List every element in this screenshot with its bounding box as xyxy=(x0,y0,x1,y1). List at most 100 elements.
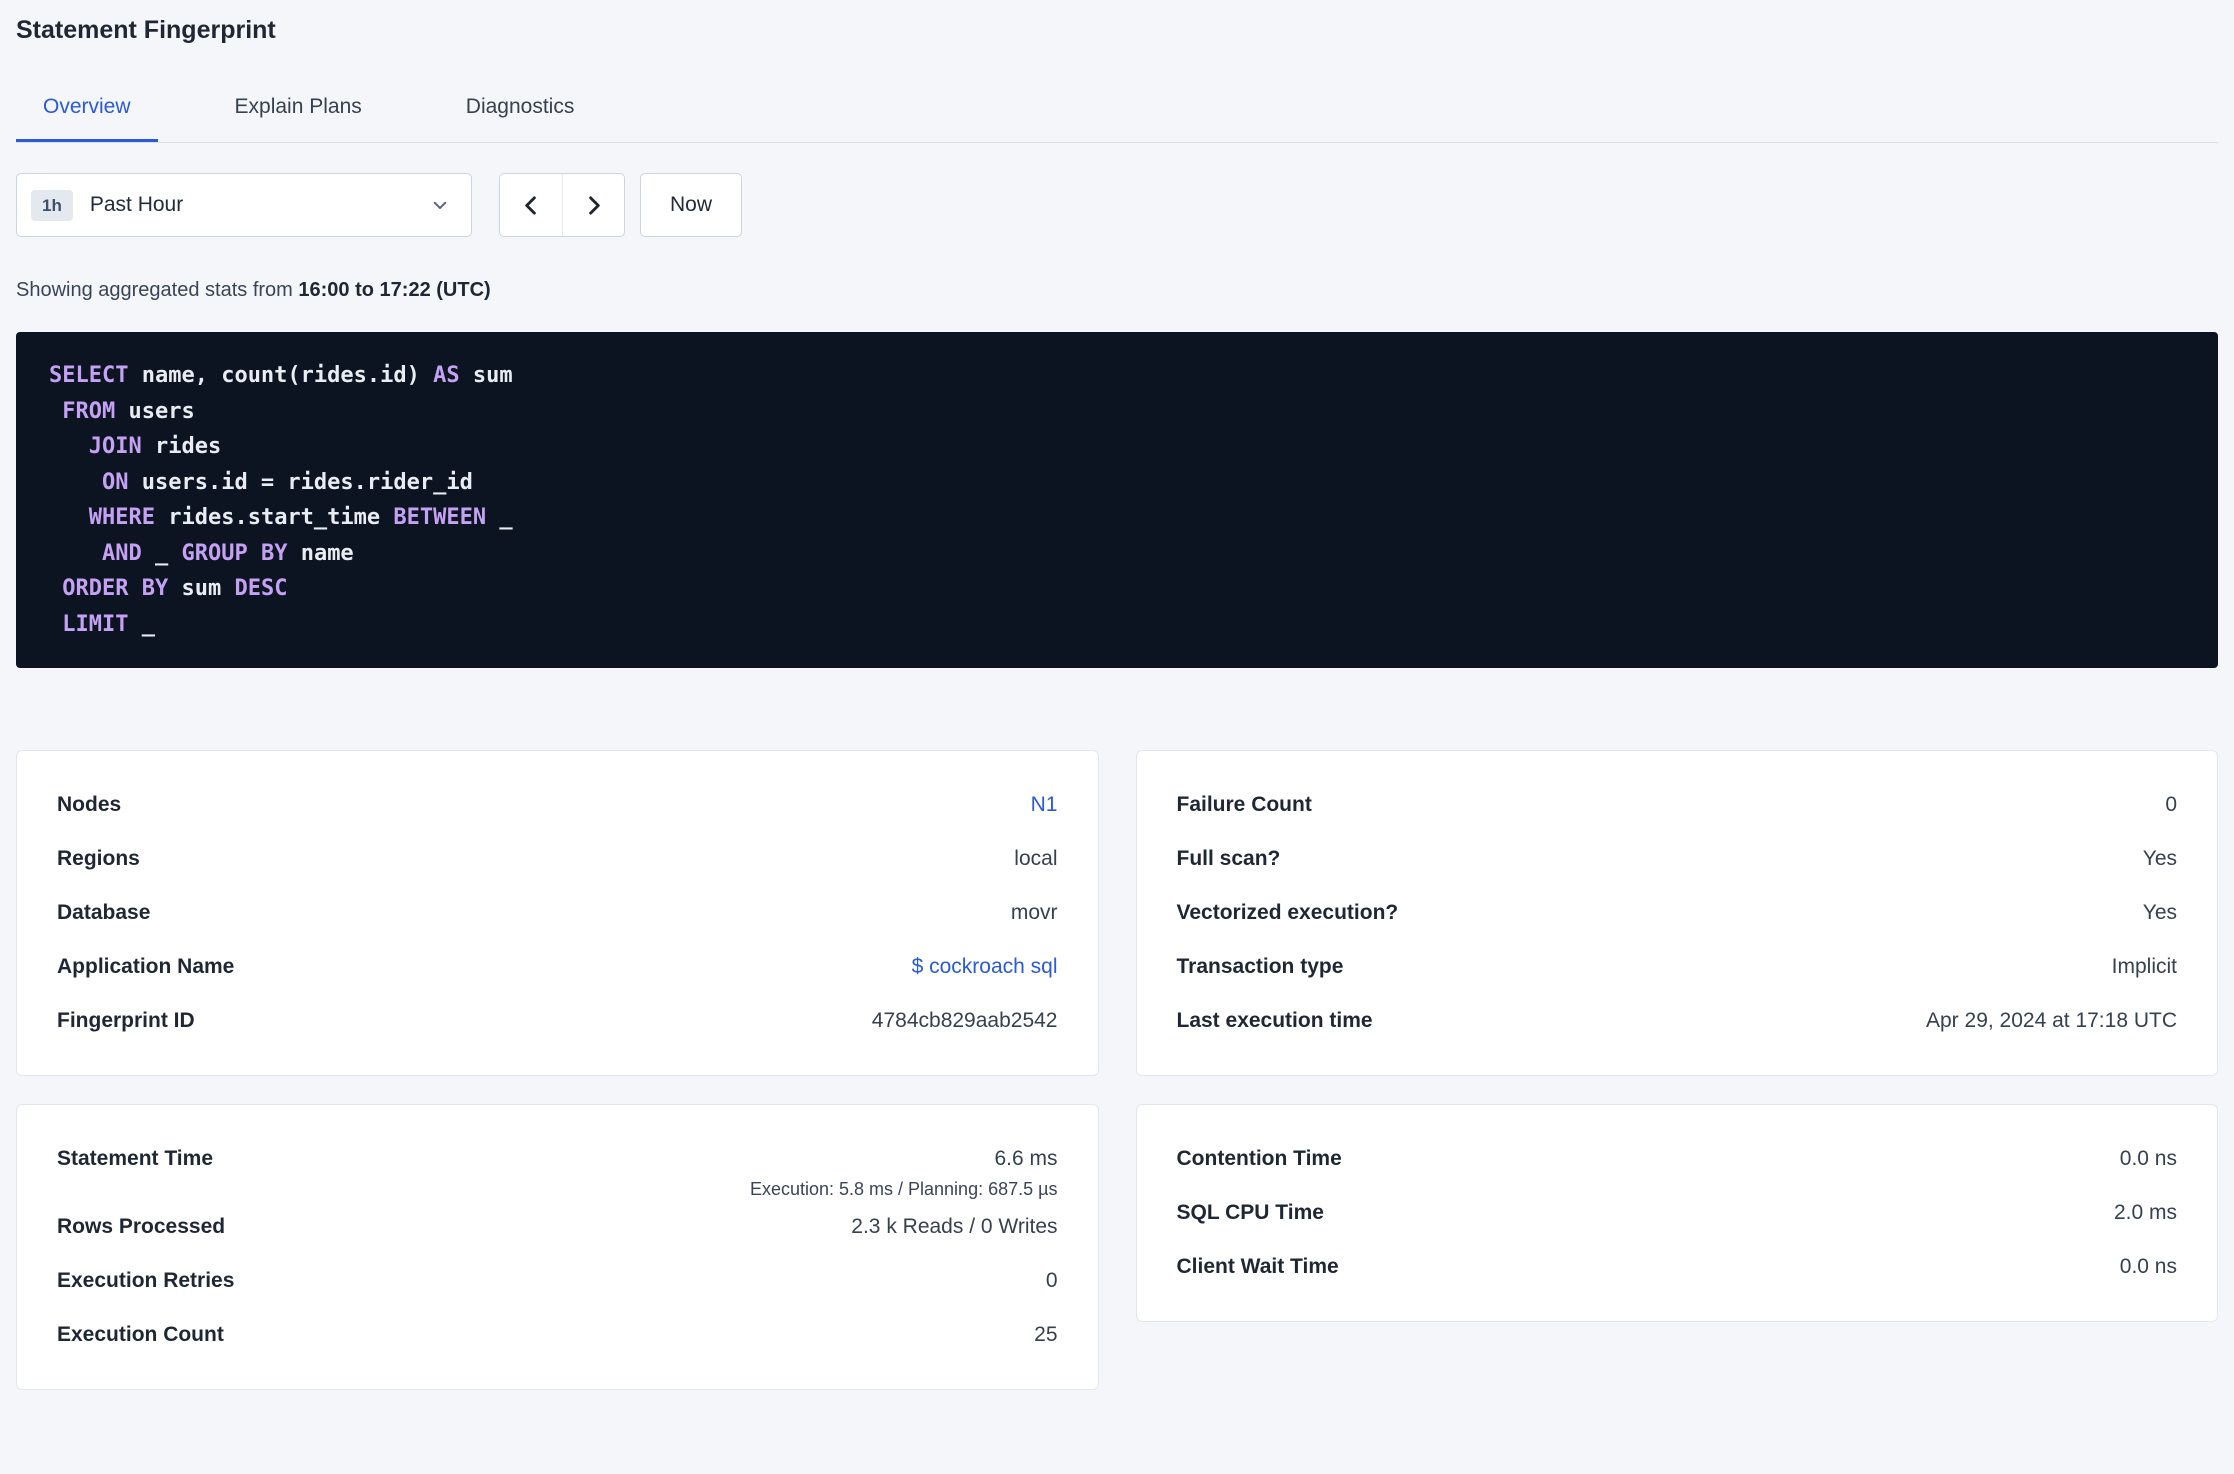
stats-summary-prefix: Showing aggregated stats from xyxy=(16,279,293,301)
stat-row: SQL CPU Time 2.0 ms xyxy=(1177,1186,2178,1240)
stat-row: Execution Retries 0 xyxy=(57,1254,1058,1308)
stat-value: local xyxy=(1014,847,1058,870)
stat-value: 0.0 ns xyxy=(2119,1147,2177,1170)
chevron-right-icon xyxy=(582,194,605,217)
stat-value: 25 xyxy=(1034,1323,1058,1346)
sql-line: AND _ GROUP BY name xyxy=(101,540,354,566)
stat-value-group: local xyxy=(1014,846,1057,872)
stat-value-group: movr xyxy=(1011,900,1058,926)
stat-row: Execution Count 25 xyxy=(57,1308,1058,1362)
stat-value: 6.6 ms xyxy=(994,1147,1058,1170)
stat-value: 0 xyxy=(2165,793,2177,816)
execution-attributes-card: Failure Count 0 Full scan? Yes Vectorized ex… xyxy=(1135,750,2218,1076)
stat-value-group: Yes xyxy=(2143,900,2177,926)
stats-summary-range: 16:00 to 17:22 (UTC) xyxy=(298,279,491,301)
stat-row: Vectorized execution? Yes xyxy=(1177,886,2178,940)
page-title: Statement Fingerprint xyxy=(16,16,276,44)
time-pager xyxy=(499,173,625,237)
chevron-down-icon xyxy=(431,196,449,214)
stat-value: 2.3 k Reads / 0 Writes xyxy=(851,1215,1058,1238)
stat-label: Fingerprint ID xyxy=(57,1009,195,1032)
stat-row: Contention Time 0.0 ns xyxy=(1177,1132,2178,1186)
sql-line: ORDER BY sum DESC xyxy=(62,576,288,601)
time-controls: 1h Past Hour Now xyxy=(16,173,2218,237)
stat-value-group: 0.0 ns xyxy=(2120,1146,2177,1172)
stat-row: Client Wait Time 0.0 ns xyxy=(1177,1240,2178,1294)
sql-line: LIMIT _ xyxy=(62,611,155,637)
wait-time-card: Contention Time 0.0 ns SQL CPU Time 2.0 ms C… xyxy=(1135,1104,2218,1322)
stat-label: Vectorized execution? xyxy=(1176,901,1399,924)
sql-line: SELECT name, count(rides.id) AS sum xyxy=(49,363,513,388)
stat-value-group: $ cockroach sql xyxy=(912,954,1058,980)
aggregated-stats-summary: Showing aggregated stats from 16:00 to 1… xyxy=(16,279,2218,302)
stat-label: Failure Count xyxy=(1176,793,1312,816)
sql-statement-block: SELECT name, count(rides.id) AS sum FROM… xyxy=(16,332,2218,668)
stat-value-group: 4784cb829aab2542 xyxy=(872,1008,1058,1034)
tab-overview[interactable]: Overview xyxy=(16,95,158,142)
stat-row: Full scan? Yes xyxy=(1177,832,2178,886)
stat-value: 0 xyxy=(1045,1269,1058,1292)
stat-value-group: Yes xyxy=(2143,846,2177,872)
stat-label: Full scan? xyxy=(1176,847,1281,870)
stat-value: 4784cb829aab2542 xyxy=(871,1009,1058,1032)
stat-label: Transaction type xyxy=(1176,955,1344,978)
now-button[interactable]: Now xyxy=(640,173,743,237)
stat-row: Nodes N1 xyxy=(57,778,1058,832)
stat-value: 0.0 ns xyxy=(2119,1255,2177,1278)
summary-cards: Nodes N1 Regions local Database movr Applicati… xyxy=(16,750,2218,1390)
stat-row: Database movr xyxy=(57,886,1058,940)
stat-value-group: 6.6 ms Execution: 5.8 ms / Planning: 687.… xyxy=(750,1146,1058,1200)
stat-label: Rows Processed xyxy=(57,1215,226,1238)
time-range-dropdown[interactable]: 1h Past Hour xyxy=(16,173,472,237)
stat-label: Last execution time xyxy=(1176,1009,1373,1032)
next-interval-button[interactable] xyxy=(562,174,624,236)
stat-value-link[interactable]: $ cockroach sql xyxy=(912,954,1058,980)
sql-line: ON users.id = rides.rider_id xyxy=(101,469,473,495)
stat-value: Implicit xyxy=(2111,955,2177,978)
stat-row: Regions local xyxy=(57,832,1058,886)
overview-details-card: Nodes N1 Regions local Database movr Applicati… xyxy=(16,750,1099,1076)
stat-row: Rows Processed 2.3 k Reads / 0 Writes xyxy=(57,1200,1058,1254)
stat-label: Application Name xyxy=(57,955,235,978)
stat-label: Database xyxy=(57,901,151,924)
tab-bar: Overview Explain Plans Diagnostics xyxy=(16,95,2218,143)
sql-line: JOIN rides xyxy=(88,434,222,459)
stat-row: Application Name $ cockroach sql xyxy=(57,940,1058,994)
statement-timing-card: Statement Time 6.6 ms Execution: 5.8 ms / … xyxy=(16,1104,1099,1390)
stat-label: Execution Count xyxy=(57,1323,224,1346)
stat-label: Execution Retries xyxy=(57,1269,235,1292)
time-range-label: Past Hour xyxy=(89,193,184,216)
stat-value: Apr 29, 2024 at 17:18 UTC xyxy=(1926,1009,2177,1032)
interval-badge: 1h xyxy=(31,189,73,221)
stat-value: movr xyxy=(1010,901,1058,924)
stat-value-group: 25 xyxy=(1034,1322,1057,1348)
stat-value: 2.0 ms xyxy=(2113,1201,2177,1224)
sql-line: WHERE rides.start_time BETWEEN _ xyxy=(88,505,513,530)
stat-row: Transaction type Implicit xyxy=(1177,940,2178,994)
stat-value-group: 0 xyxy=(1046,1268,1058,1294)
stat-row: Last execution time Apr 29, 2024 at 17:18… xyxy=(1177,994,2178,1048)
tab-explain-plans[interactable]: Explain Plans xyxy=(208,95,389,142)
stat-label: Client Wait Time xyxy=(1176,1255,1339,1278)
stat-label: Nodes xyxy=(57,793,122,816)
stat-value-link[interactable]: N1 xyxy=(1031,792,1058,818)
stat-value-group: 0 xyxy=(2165,792,2177,818)
stat-row: Failure Count 0 xyxy=(1177,778,2178,832)
stat-row: Fingerprint ID 4784cb829aab2542 xyxy=(57,994,1058,1048)
stat-subvalue: Execution: 5.8 ms / Planning: 687.5 µs xyxy=(749,1179,1058,1199)
stat-label: Statement Time xyxy=(57,1147,213,1170)
stat-value-group: Implicit xyxy=(2112,954,2177,980)
stat-row: Statement Time 6.6 ms Execution: 5.8 ms / … xyxy=(57,1132,1058,1200)
stat-value-group: N1 xyxy=(1031,792,1058,818)
stat-value-group: 2.3 k Reads / 0 Writes xyxy=(851,1214,1057,1240)
stat-value-group: Apr 29, 2024 at 17:18 UTC xyxy=(1926,1008,2177,1034)
sql-line: FROM users xyxy=(62,398,195,424)
stat-value: Yes xyxy=(2142,847,2177,870)
tab-diagnostics[interactable]: Diagnostics xyxy=(439,95,602,142)
page: Statement Fingerprint Overview Explain P… xyxy=(0,16,2234,1390)
stat-label: Regions xyxy=(57,847,140,870)
stat-label: Contention Time xyxy=(1176,1147,1342,1170)
stat-value-group: 0.0 ns xyxy=(2120,1254,2177,1280)
previous-interval-button[interactable] xyxy=(500,174,562,236)
stat-label: SQL CPU Time xyxy=(1176,1201,1324,1224)
